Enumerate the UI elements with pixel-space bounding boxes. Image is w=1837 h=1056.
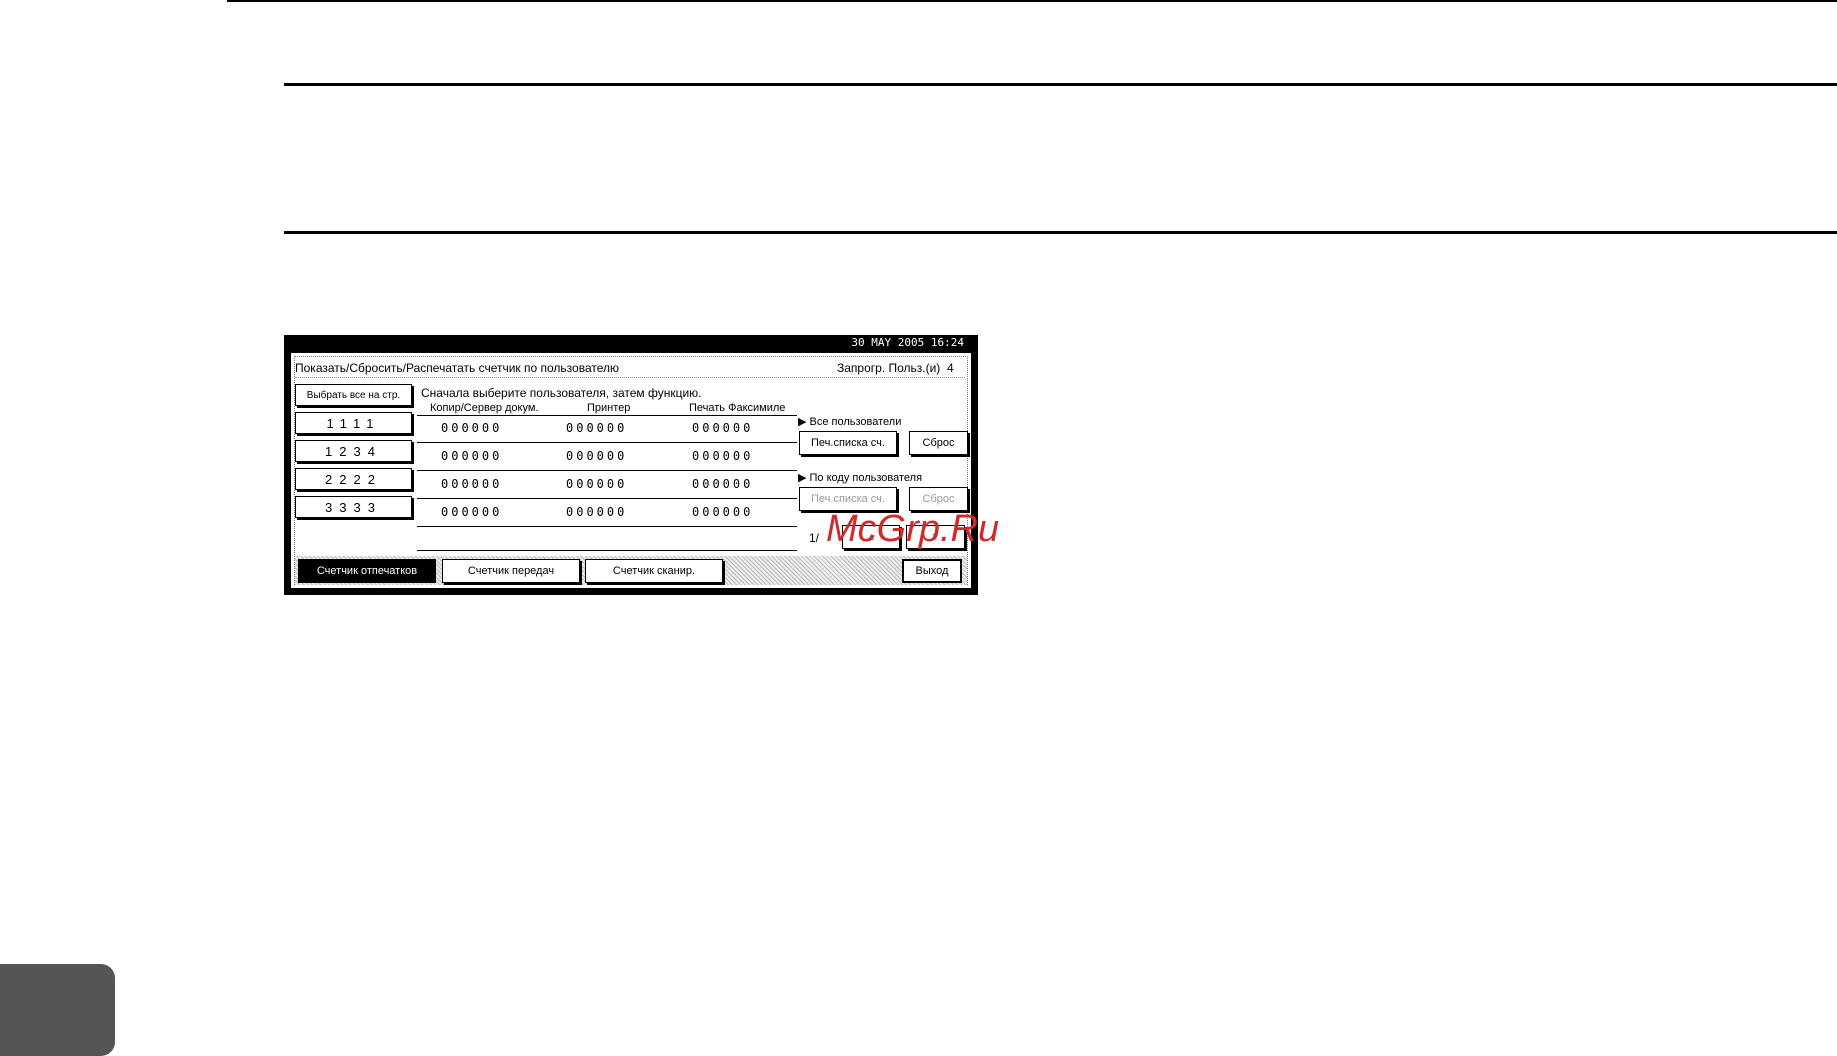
tab-scan-counter[interactable]: Счетчик сканир.: [585, 559, 723, 583]
copy-counter: 000000: [441, 421, 503, 435]
reset-all-button[interactable]: Сброс: [909, 431, 968, 455]
title-divider: [295, 377, 965, 378]
section-rule-lower: [284, 231, 1837, 234]
row-divider: [417, 498, 797, 499]
chapter-side-tab: [0, 964, 115, 1056]
watermark: McGrp.Ru: [826, 508, 1000, 550]
printer-counter: 000000: [566, 505, 628, 519]
panel-title: Показать/Сбросить/Распечатать счетчик по…: [295, 361, 620, 375]
device-screen: 30 MAY 2005 16:24 Показать/Сбросить/Расп…: [284, 335, 978, 595]
row-divider: [417, 442, 797, 443]
copy-counter: 000000: [441, 477, 503, 491]
printer-counter: 000000: [566, 477, 628, 491]
registered-users-count: 4: [947, 361, 954, 375]
page-indicator: 1/: [809, 531, 820, 545]
print-list-all-button[interactable]: Печ.списка сч.: [799, 431, 897, 455]
column-header-copy: Копир/Сервер докум.: [430, 402, 539, 414]
all-users-label: ▶ Все пользователи: [798, 416, 902, 428]
row-divider: [417, 415, 797, 416]
fax-counter: 000000: [692, 505, 754, 519]
user-button[interactable]: 2222: [295, 468, 412, 490]
fax-counter: 000000: [692, 421, 754, 435]
datetime: 30 MAY 2005 16:24: [851, 336, 964, 349]
printer-counter: 000000: [566, 449, 628, 463]
date-bar: 30 MAY 2005 16:24: [284, 335, 978, 350]
exit-button[interactable]: Выход: [902, 559, 962, 583]
top-rule: [227, 0, 1837, 2]
registered-users-label: Запрогр. Польз.(и): [837, 361, 941, 375]
select-all-on-page-button[interactable]: Выбрать все на стр.: [295, 384, 412, 406]
row-divider: [417, 526, 797, 527]
row-divider: [417, 550, 797, 551]
copy-counter: 000000: [441, 449, 503, 463]
tab-print-counter[interactable]: Счетчик отпечатков: [298, 559, 436, 583]
counter-panel: Показать/Сбросить/Распечатать счетчик по…: [289, 351, 973, 590]
column-header-printer: Принтер: [587, 402, 631, 414]
user-button[interactable]: 1234: [295, 440, 412, 462]
instruction-text: Сначала выберите пользователя, затем фун…: [421, 386, 702, 400]
tab-transmission-counter[interactable]: Счетчик передач: [442, 559, 580, 583]
user-button[interactable]: 1111: [295, 412, 412, 434]
section-rule-upper: [284, 83, 1837, 86]
user-button[interactable]: 3333: [295, 496, 412, 518]
printer-counter: 000000: [566, 421, 628, 435]
fax-counter: 000000: [692, 477, 754, 491]
copy-counter: 000000: [441, 505, 503, 519]
by-user-code-label: ▶ По коду пользователя: [798, 472, 923, 484]
row-divider: [417, 470, 797, 471]
counter-tab-bar: Счетчик отпечатков Счетчик передач Счетч…: [295, 556, 967, 585]
column-header-fax: Печать Факсимиле: [689, 402, 786, 414]
fax-counter: 000000: [692, 449, 754, 463]
